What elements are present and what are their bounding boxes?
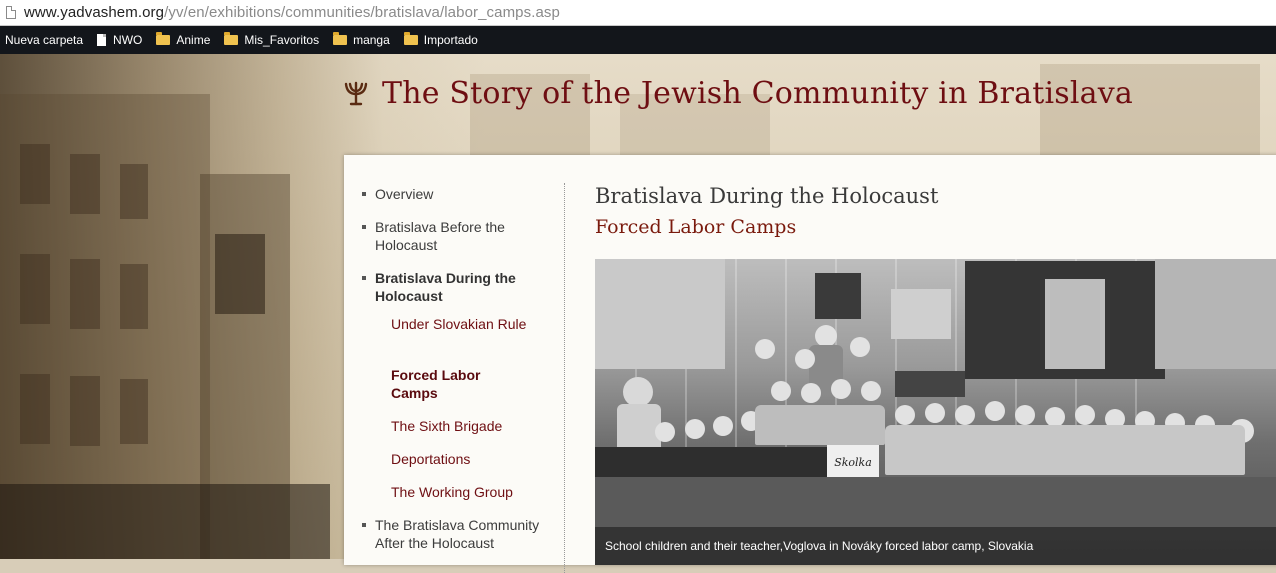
nav-subitem-label: Under Slovakian Rule [391, 316, 527, 332]
folder-icon [333, 32, 348, 45]
nav-subitem-slovakian-rule[interactable]: Under Slovakian Rule [391, 315, 531, 333]
nav-item-during-holocaust[interactable]: Bratislava During the Holocaust [362, 269, 545, 305]
page-subheading: Forced Labor Camps [595, 216, 797, 238]
nav-subitem-forced-labor-camps[interactable]: Forced Labor Camps [391, 366, 531, 402]
nav-subitem-label: The Sixth Brigade [391, 418, 503, 434]
nav-subitem-label: The Working Group [391, 484, 513, 500]
skolka-sign: Skolka [827, 445, 879, 479]
file-icon [97, 34, 107, 46]
url-text[interactable]: www.yadvashem.org/yv/en/exhibitions/comm… [24, 4, 560, 21]
bookmark-nwo[interactable]: NWO [97, 33, 142, 47]
bookmark-nueva-carpeta[interactable]: Nueva carpeta [5, 33, 83, 47]
bookmark-manga[interactable]: manga [333, 32, 390, 47]
bullet-icon [362, 225, 366, 229]
bullet-icon [362, 523, 366, 527]
photo-caption-bar: School children and their teacher,Voglov… [595, 527, 1276, 565]
nav-subitem-label: Forced Labor Camps [391, 367, 481, 401]
bookmark-label: NWO [113, 33, 143, 47]
bookmark-label: manga [353, 33, 390, 47]
bookmarks-bar: Nueva carpeta NWO Anime Mis_Favoritos ma… [0, 26, 1276, 54]
bookmark-label: Importado [423, 33, 478, 47]
nav-item-label: Bratislava During the Holocaust [375, 270, 516, 304]
nav-subitem-working-group[interactable]: The Working Group [391, 483, 531, 501]
bookmark-anime[interactable]: Anime [156, 32, 211, 47]
folder-icon [403, 32, 418, 45]
bookmark-importado[interactable]: Importado [403, 32, 478, 47]
bookmark-label: Anime [176, 33, 211, 47]
nav-item-label: The Bratislava Community After the Holoc… [375, 517, 540, 551]
exhibit-photo[interactable]: Skolka School children and their teacher… [595, 259, 1276, 565]
nav-item-before-holocaust[interactable]: Bratislava Before the Holocaust [362, 218, 545, 254]
page-icon [6, 6, 16, 19]
bullet-icon [362, 192, 366, 196]
bookmark-mis-favoritos[interactable]: Mis_Favoritos [224, 32, 320, 47]
site-title: The Story of the Jewish Community in Bra… [382, 76, 1133, 111]
nav-item-overview[interactable]: Overview [362, 185, 545, 203]
nav-subitem-deportations[interactable]: Deportations [391, 450, 531, 468]
bookmark-label: Nueva carpeta [5, 33, 84, 47]
bullet-icon [362, 276, 366, 280]
nav-subitem-label: Deportations [391, 451, 471, 467]
nav-item-after-holocaust[interactable]: The Bratislava Community After the Holoc… [362, 516, 545, 552]
bookmark-label: Mis_Favoritos [244, 33, 320, 47]
site-header[interactable]: The Story of the Jewish Community in Bra… [344, 76, 1133, 111]
menorah-icon [344, 81, 368, 105]
nav-subitem-sixth-brigade[interactable]: The Sixth Brigade [391, 417, 531, 435]
folder-icon [156, 32, 171, 45]
address-bar[interactable]: www.yadvashem.org/yv/en/exhibitions/comm… [0, 0, 1276, 26]
nav-item-label: Overview [375, 186, 434, 202]
folder-icon [224, 32, 239, 45]
photo-caption: School children and their teacher,Voglov… [605, 539, 1034, 553]
content-panel: Overview Bratislava Before the Holocaust… [344, 155, 1276, 573]
nav-item-label: Bratislava Before the Holocaust [375, 219, 505, 253]
nav-divider [564, 183, 565, 573]
page-heading: Bratislava During the Holocaust [595, 184, 939, 208]
